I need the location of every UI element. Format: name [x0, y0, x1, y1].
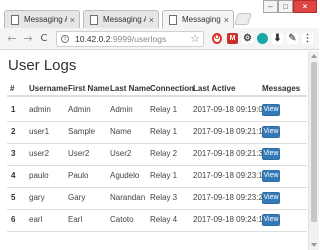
- column-header-number: #: [10, 84, 15, 93]
- view-messages-button[interactable]: View: [262, 104, 280, 116]
- extension-icon[interactable]: ✎: [287, 33, 298, 44]
- view-messages-button[interactable]: View: [262, 214, 280, 226]
- browser-toolbar: ← → C i 10.42.0.2:9999/userlogs ☆ O M ⚙ …: [0, 28, 319, 50]
- url-text[interactable]: 10.42.0.2:9999/userlogs: [75, 34, 166, 44]
- column-header-first-name: First Name: [68, 84, 110, 93]
- column-header-last-active: Last Active: [193, 84, 236, 93]
- close-icon[interactable]: ×: [224, 15, 229, 25]
- gmail-extension-icon[interactable]: M: [227, 33, 238, 44]
- row-divider: [7, 187, 307, 188]
- row-number: 2: [11, 127, 16, 136]
- browser-window: Messaging Applica × Messaging Applica × …: [0, 0, 319, 250]
- browser-menu-icon[interactable]: ⋮: [302, 33, 313, 44]
- tab-messaging-1[interactable]: Messaging Applica ×: [4, 10, 80, 28]
- tab-messaging-2[interactable]: Messaging Applica ×: [83, 10, 159, 28]
- close-icon[interactable]: ×: [149, 15, 154, 25]
- view-messages-button[interactable]: View: [262, 148, 280, 160]
- scrollbar-thumb[interactable]: [311, 62, 317, 222]
- forward-arrow-icon[interactable]: →: [22, 32, 34, 46]
- column-header-last-name: Last Name: [110, 84, 151, 93]
- cell-username: gary: [29, 193, 45, 202]
- cell-last-active: 2017-09-18 09:21:36: [193, 149, 268, 158]
- cell-username: paulo: [29, 171, 49, 180]
- maximize-button[interactable]: □: [278, 0, 293, 13]
- column-header-messages: Messages: [262, 84, 301, 93]
- cell-last-name: Admin: [110, 105, 133, 114]
- page-icon: [169, 14, 177, 25]
- cell-username: admin: [29, 105, 51, 114]
- url-host: 10.42.0.2: [75, 34, 111, 44]
- cell-last-active: 2017-09-18 09:23:26: [193, 193, 268, 202]
- view-messages-button[interactable]: View: [262, 126, 280, 138]
- info-icon[interactable]: i: [61, 35, 69, 43]
- cell-last-active: 2017-09-18 09:19:05: [193, 105, 268, 114]
- cell-first-name: Paulo: [68, 171, 89, 180]
- url-path: :9999/userlogs: [110, 34, 167, 44]
- row-number: 6: [11, 215, 16, 224]
- cell-last-name: Catoto: [110, 215, 134, 224]
- row-divider: [7, 231, 307, 232]
- tab-messaging-active[interactable]: Messaging Applica ×: [162, 10, 234, 28]
- cell-connection: Relay 1: [150, 105, 178, 114]
- cell-last-name: Name: [110, 127, 132, 136]
- tab-strip: Messaging Applica × Messaging Applica × …: [0, 0, 319, 28]
- cell-connection: Relay 1: [150, 171, 178, 180]
- row-number: 4: [11, 171, 16, 180]
- page-icon: [11, 14, 19, 25]
- cell-first-name: User2: [68, 149, 90, 158]
- extension-icon[interactable]: [257, 33, 268, 44]
- row-divider: [7, 143, 307, 144]
- page-title: User Logs: [8, 57, 77, 74]
- cell-last-active: 2017-09-18 09:24:17: [193, 215, 268, 224]
- cell-last-active: 2017-09-18 09:21:12: [193, 127, 268, 136]
- cell-username: user1: [29, 127, 50, 136]
- cell-connection: Relay 4: [150, 215, 178, 224]
- page-icon: [90, 14, 98, 25]
- extension-icon[interactable]: ⚙: [242, 33, 253, 44]
- row-number: 3: [11, 149, 16, 158]
- cell-connection: Relay 2: [150, 149, 178, 158]
- tab-title: Messaging Applica: [103, 15, 146, 24]
- cell-first-name: Sample: [68, 127, 96, 136]
- cell-first-name: Admin: [68, 105, 91, 114]
- address-bar[interactable]: i 10.42.0.2:9999/userlogs ☆: [56, 31, 204, 47]
- close-window-button[interactable]: ×: [293, 0, 317, 13]
- cell-last-active: 2017-09-18 09:23:16: [193, 171, 268, 180]
- scroll-up-arrow-icon[interactable]: [311, 54, 317, 58]
- column-header-connection: Connection: [150, 84, 194, 93]
- row-divider: [7, 165, 307, 166]
- row-divider: [7, 209, 307, 210]
- cell-first-name: Gary: [68, 193, 86, 202]
- vertical-scrollbar[interactable]: [308, 51, 319, 250]
- row-divider: [7, 121, 307, 122]
- tab-title: Messaging Applica: [182, 15, 221, 24]
- page-content: User Logs # Username First Name Last Nam…: [0, 51, 308, 250]
- row-number: 1: [11, 105, 16, 114]
- scroll-down-arrow-icon[interactable]: [311, 243, 317, 247]
- reload-icon[interactable]: C: [38, 32, 50, 46]
- tab-title: Messaging Applica: [24, 15, 67, 24]
- bookmark-star-icon[interactable]: ☆: [190, 32, 200, 45]
- cell-last-name: User2: [110, 149, 132, 158]
- table-header-divider: [7, 95, 307, 97]
- cell-last-name: Agudelo: [110, 171, 140, 180]
- view-messages-button[interactable]: View: [262, 192, 280, 204]
- cell-connection: Relay 1: [150, 127, 178, 136]
- column-header-username: Username: [29, 84, 68, 93]
- cell-username: user2: [29, 149, 50, 158]
- row-number: 5: [11, 193, 16, 202]
- minimize-button[interactable]: –: [263, 0, 278, 13]
- cell-username: earl: [29, 215, 43, 224]
- download-extension-icon[interactable]: ⬇: [272, 33, 283, 44]
- cell-first-name: Earl: [68, 215, 83, 224]
- new-tab-button[interactable]: [234, 13, 252, 25]
- back-arrow-icon[interactable]: ←: [6, 32, 18, 46]
- cell-last-name: Narandan: [110, 193, 146, 202]
- close-icon[interactable]: ×: [70, 15, 75, 25]
- opera-extension-icon[interactable]: O: [212, 33, 222, 44]
- view-messages-button[interactable]: View: [262, 170, 280, 182]
- cell-connection: Relay 3: [150, 193, 178, 202]
